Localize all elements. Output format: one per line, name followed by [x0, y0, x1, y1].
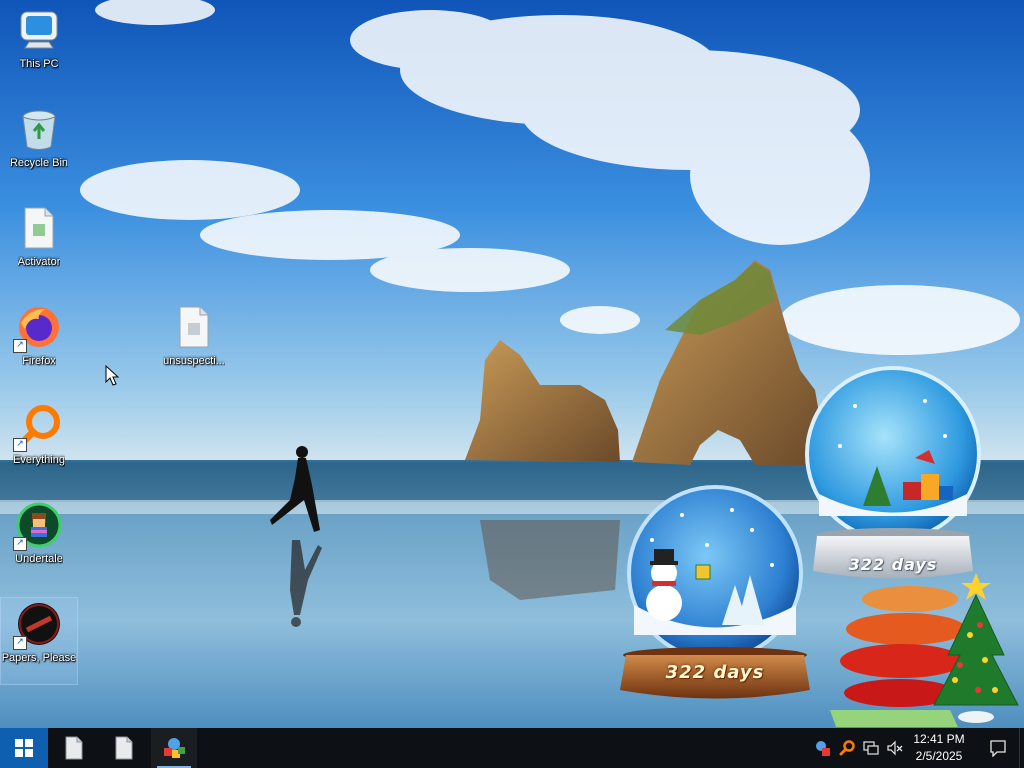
desktop-icon-label: Recycle Bin [9, 157, 69, 169]
desktop-icon-everything[interactable]: ↗ Everything [1, 400, 77, 486]
desktop-icon-recycle-bin[interactable]: Recycle Bin [1, 103, 77, 189]
snow-globe-widget-small[interactable]: 322 days [795, 366, 991, 588]
firefox-icon: ↗ [13, 303, 63, 353]
file-icon [65, 736, 83, 760]
undertale-icon: ↗ [13, 501, 63, 551]
taskbar: 12:41 PM 2/5/2025 [0, 728, 1024, 768]
clock-date: 2/5/2025 [915, 749, 963, 763]
desktop-icon-activator[interactable]: Activator [1, 202, 77, 288]
desktop-icon-label: Undertale [15, 553, 63, 565]
recycle-bin-icon [15, 105, 63, 153]
mouse-cursor-icon [105, 365, 119, 386]
desktop[interactable]: This PC Recycle Bin Activator ↗ Firefox … [0, 0, 1024, 728]
file-icon [170, 303, 218, 351]
desktop-icon-label: Activator [17, 256, 61, 268]
desktop-icon-undertale[interactable]: ↗ Undertale [1, 499, 77, 585]
taskbar-app-file-1[interactable] [51, 728, 97, 768]
christmas-tree-widget [830, 573, 1019, 727]
desktop-icon-label: This PC [19, 58, 59, 70]
desktop-icon-papers-please[interactable]: ↗ Papers, Please [0, 597, 78, 685]
desktop-icon-this-pc[interactable]: This PC [1, 4, 77, 90]
shortcut-arrow-icon: ↗ [13, 438, 27, 452]
taskbar-app-active[interactable] [151, 728, 197, 768]
desktop-icon-label: Everything [13, 454, 65, 466]
taskbar-app-file-2[interactable] [101, 728, 147, 768]
desktop-icon-label: Papers, Please [1, 652, 77, 664]
app-tray-icon[interactable] [815, 740, 831, 756]
notification-icon [990, 740, 1006, 757]
snow-globe-days-label: 322 days [665, 662, 765, 683]
volume-muted-icon[interactable] [887, 740, 903, 756]
clock-time: 12:41 PM [913, 732, 965, 746]
start-button[interactable] [0, 728, 48, 768]
file-icon [115, 736, 133, 760]
shortcut-arrow-icon: ↗ [13, 339, 27, 353]
everything-search-icon[interactable] [839, 740, 855, 756]
windows-logo-icon [15, 739, 33, 757]
shortcut-arrow-icon: ↗ [13, 537, 27, 551]
network-icon[interactable] [863, 740, 879, 756]
everything-search-icon: ↗ [13, 402, 63, 452]
action-center-button[interactable] [978, 728, 1018, 768]
application-icon [164, 738, 185, 758]
desktop-icon-firefox[interactable]: ↗ Firefox [1, 301, 77, 387]
papers-please-icon: ↗ [13, 600, 63, 650]
desktop-icon-label: Firefox [22, 355, 56, 367]
desktop-icon-unsuspecting-file[interactable]: unsuspecti... [156, 301, 232, 387]
show-desktop-button[interactable] [1019, 728, 1024, 768]
clock[interactable]: 12:41 PM 2/5/2025 [904, 731, 974, 765]
shortcut-arrow-icon: ↗ [13, 636, 27, 650]
computer-icon [15, 6, 63, 54]
file-icon [15, 204, 63, 252]
desktop-icon-label: unsuspecti... [163, 355, 225, 367]
snow-globe-widget-large[interactable]: 322 days [612, 485, 818, 705]
